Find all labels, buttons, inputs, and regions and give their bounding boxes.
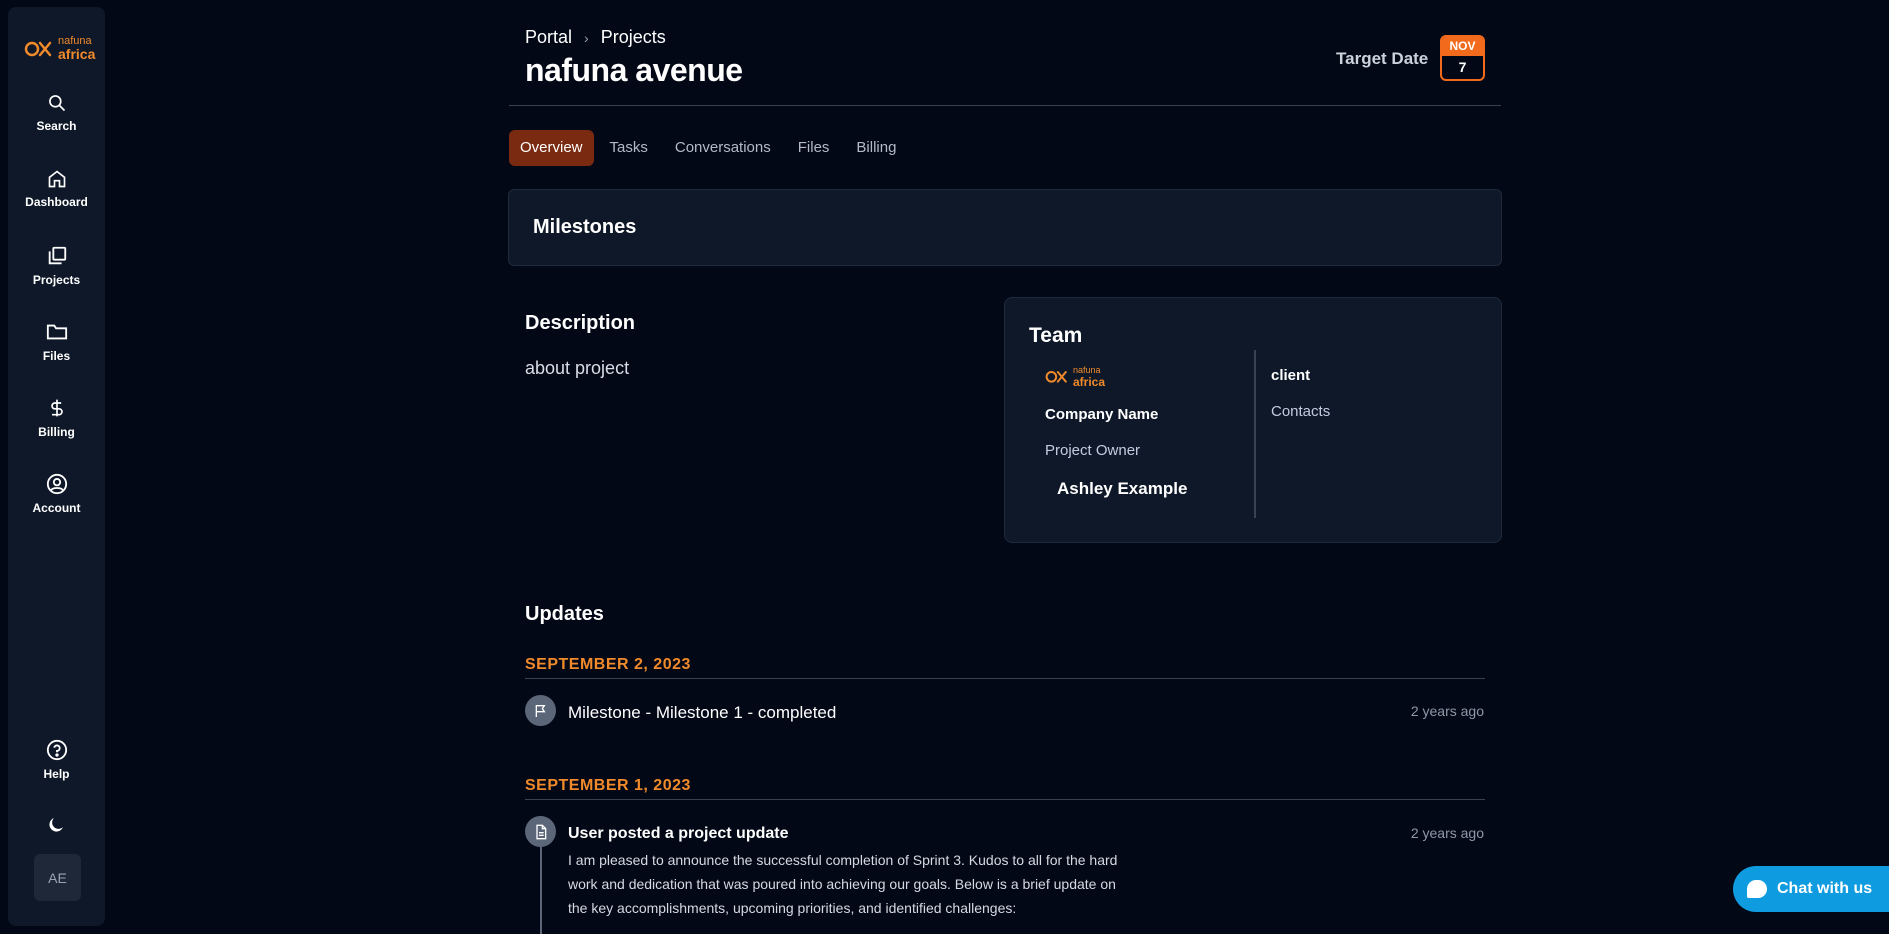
sidebar-item-files[interactable]: Files: [8, 321, 105, 381]
avatar[interactable]: AE: [34, 854, 81, 901]
sidebar-item-label: Help: [43, 767, 70, 781]
sidebar-item-label: Files: [42, 349, 71, 363]
project-owner-label: Project Owner: [1045, 442, 1141, 459]
logo-mark-icon: [1045, 371, 1067, 383]
breadcrumb: Portal › Projects: [525, 27, 666, 48]
chat-bubble-icon: [1747, 880, 1767, 898]
sidebar-item-label: Account: [32, 501, 81, 515]
calendar-day: 7: [1458, 59, 1467, 75]
tab-overview[interactable]: Overview: [509, 130, 594, 166]
description-text: about project: [525, 358, 630, 378]
sidebar-item-account[interactable]: Account: [8, 473, 105, 533]
sidebar-item-search[interactable]: Search: [8, 93, 105, 153]
tab-files[interactable]: Files: [787, 130, 841, 166]
project-owner-name: Ashley Example: [1057, 479, 1188, 498]
date-divider: [525, 678, 1485, 679]
projects-icon: [48, 246, 66, 265]
target-date-label: Target Date: [1336, 49, 1429, 68]
update-body: I am pleased to announce the successful …: [568, 852, 1118, 916]
company-name: Company Name: [1045, 406, 1159, 423]
target-date-calendar: NOV 7: [1440, 35, 1485, 81]
client-label: client: [1271, 367, 1311, 384]
tab-billing[interactable]: Billing: [845, 130, 907, 166]
description-title: Description: [525, 312, 636, 334]
chat-label: Chat with us: [1777, 880, 1873, 897]
logo-mark-icon: [24, 41, 52, 57]
update-text: User posted a project update: [568, 825, 789, 842]
document-icon: [535, 824, 546, 839]
update-date-heading: SEPTEMBER 2, 2023: [525, 656, 691, 673]
user-circle-icon: [46, 473, 67, 495]
dollar-icon: [50, 399, 63, 417]
header-divider: [509, 105, 1501, 106]
team-panel: Team nafuna africa Company Name Project …: [1004, 297, 1502, 543]
milestones-panel: Milestones: [508, 189, 1502, 266]
page-title: nafuna avenue: [525, 52, 743, 88]
contacts-link[interactable]: Contacts: [1271, 403, 1330, 420]
update-icon: [525, 695, 556, 726]
sidebar-item-help[interactable]: Help: [8, 739, 105, 799]
milestones-title: Milestones: [533, 216, 637, 238]
sidebar-item-billing[interactable]: Billing: [8, 397, 105, 457]
project-tabs: Overview Tasks Conversations Files Billi…: [509, 130, 912, 166]
sidebar: nafuna africa Search Dashboard Projects …: [8, 7, 105, 926]
sidebar-item-label: Dashboard: [25, 195, 88, 209]
chevron-right-icon: ›: [584, 29, 589, 46]
sidebar-item-label: Billing: [38, 425, 75, 439]
update-icon: [525, 816, 556, 847]
calendar-month: NOV: [1442, 37, 1483, 56]
tab-conversations[interactable]: Conversations: [664, 130, 782, 166]
nafuna-logo[interactable]: nafuna africa: [16, 27, 104, 67]
help-icon: [46, 739, 67, 761]
search-icon: [48, 95, 65, 112]
update-time: 2 years ago: [1410, 825, 1484, 841]
logo-text-top: nafuna: [1073, 365, 1101, 375]
logo-text-bottom: africa: [58, 46, 96, 62]
home-icon: [48, 170, 65, 188]
update-time: 2 years ago: [1410, 703, 1484, 719]
chat-button[interactable]: Chat with us: [1733, 866, 1889, 912]
sidebar-item-label: Projects: [32, 273, 81, 287]
logo-text-bottom: africa: [1073, 375, 1106, 389]
tab-tasks[interactable]: Tasks: [599, 130, 659, 166]
sidebar-item-label: Search: [36, 119, 77, 133]
date-divider: [525, 799, 1485, 800]
flag-icon: [535, 704, 546, 717]
updates-title: Updates: [525, 603, 604, 625]
team-divider: [1254, 350, 1256, 518]
moon-icon[interactable]: [48, 817, 64, 833]
breadcrumb-projects[interactable]: Projects: [601, 27, 666, 48]
update-date-heading: SEPTEMBER 1, 2023: [525, 777, 691, 794]
team-title: Team: [1029, 324, 1083, 347]
company-logo: nafuna africa: [1045, 365, 1125, 389]
update-text: Milestone - Milestone 1 - completed: [568, 703, 837, 722]
sidebar-item-projects[interactable]: Projects: [8, 245, 105, 305]
sidebar-item-dashboard[interactable]: Dashboard: [8, 169, 105, 229]
breadcrumb-portal[interactable]: Portal: [525, 27, 572, 48]
folder-icon: [46, 324, 67, 340]
